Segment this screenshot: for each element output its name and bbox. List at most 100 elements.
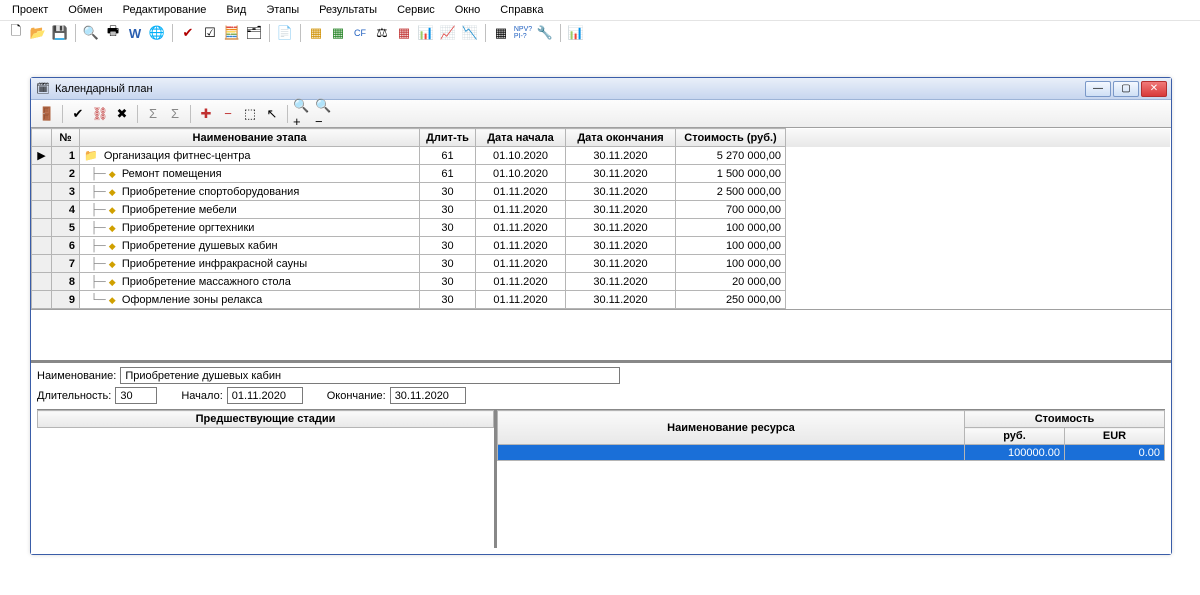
cell-name[interactable]: ├─ ◆ Приобретение мебели [80, 201, 420, 219]
table-row[interactable]: 5 ├─ ◆ Приобретение оргтехники3001.11.20… [32, 219, 1171, 237]
cell-end[interactable]: 30.11.2020 [566, 237, 676, 255]
close-button[interactable]: ✕ [1141, 81, 1167, 97]
sum2-icon[interactable]: Σ [165, 105, 185, 123]
cell-cost[interactable]: 1 500 000,00 [676, 165, 786, 183]
cell-start[interactable]: 01.10.2020 [476, 165, 566, 183]
select-icon[interactable]: ⬚ [240, 105, 260, 123]
word-icon[interactable]: W [125, 24, 145, 42]
cell-duration[interactable]: 30 [420, 291, 476, 309]
list-icon[interactable]: ☑ [200, 24, 220, 42]
header-end[interactable]: Дата окончания [566, 129, 676, 147]
chart2-icon[interactable]: 📈 [438, 24, 458, 42]
cell-cost[interactable]: 2 500 000,00 [676, 183, 786, 201]
cell-cost[interactable]: 100 000,00 [676, 255, 786, 273]
table-row[interactable]: 7 ├─ ◆ Приобретение инфракрасной сауны30… [32, 255, 1171, 273]
table-row[interactable]: 3 ├─ ◆ Приобретение спортоборудования300… [32, 183, 1171, 201]
remove-icon[interactable]: − [218, 105, 238, 123]
save-icon[interactable]: 💾 [50, 24, 70, 42]
cell-duration[interactable]: 30 [420, 237, 476, 255]
doc-icon[interactable]: 📄 [275, 24, 295, 42]
cell-resource-name[interactable] [498, 445, 965, 461]
minimize-button[interactable]: — [1085, 81, 1111, 97]
cell-duration[interactable]: 30 [420, 273, 476, 291]
cell-start[interactable]: 01.11.2020 [476, 219, 566, 237]
titlebar[interactable]: 🗓 Календарный план — ▢ ✕ [31, 78, 1171, 100]
exit-icon[interactable]: 🚪 [37, 105, 57, 123]
header-no[interactable]: № [52, 129, 80, 147]
globe-icon[interactable]: 🌐 [147, 24, 167, 42]
header-prev-stages[interactable]: Предшествующие стадии [38, 411, 494, 428]
tool-icon[interactable]: 🔧 [535, 24, 555, 42]
header-marker[interactable] [32, 129, 52, 147]
menu-results[interactable]: Результаты [309, 2, 387, 18]
calc-icon[interactable]: 🧮 [222, 24, 242, 42]
table-row[interactable]: 9 └─ ◆ Оформление зоны релакса3001.11.20… [32, 291, 1171, 309]
chart4-icon[interactable]: 📊 [566, 24, 586, 42]
cell-name[interactable]: ├─ ◆ Приобретение массажного стола [80, 273, 420, 291]
delete-icon[interactable]: ✖ [112, 105, 132, 123]
cell-duration[interactable]: 30 [420, 219, 476, 237]
table4-icon[interactable]: ▦ [491, 24, 511, 42]
cell-duration[interactable]: 30 [420, 255, 476, 273]
pointer-icon[interactable]: ↖ [262, 105, 282, 123]
menu-stages[interactable]: Этапы [256, 2, 309, 18]
cell-cost[interactable]: 100 000,00 [676, 237, 786, 255]
cell-end[interactable]: 30.11.2020 [566, 219, 676, 237]
cell-start[interactable]: 01.11.2020 [476, 255, 566, 273]
cell-name[interactable]: ├─ ◆ Приобретение оргтехники [80, 219, 420, 237]
balance-icon[interactable]: ⚖ [372, 24, 392, 42]
cell-start[interactable]: 01.11.2020 [476, 291, 566, 309]
cf-icon[interactable]: CF [350, 24, 370, 42]
table-row[interactable]: 4 ├─ ◆ Приобретение мебели3001.11.202030… [32, 201, 1171, 219]
cell-start[interactable]: 01.11.2020 [476, 201, 566, 219]
cell-end[interactable]: 30.11.2020 [566, 165, 676, 183]
print-icon[interactable]: 🖶 [103, 24, 123, 42]
cell-cost[interactable]: 700 000,00 [676, 201, 786, 219]
add-icon[interactable]: ✚ [196, 105, 216, 123]
cell-end[interactable]: 30.11.2020 [566, 201, 676, 219]
maximize-button[interactable]: ▢ [1113, 81, 1139, 97]
table-row[interactable]: 8 ├─ ◆ Приобретение массажного стола3001… [32, 273, 1171, 291]
header-duration[interactable]: Длит-ть [420, 129, 476, 147]
cell-duration[interactable]: 30 [420, 183, 476, 201]
open-icon[interactable]: 📂 [28, 24, 48, 42]
cell-name[interactable]: ├─ ◆ Приобретение душевых кабин [80, 237, 420, 255]
menu-view[interactable]: Вид [216, 2, 256, 18]
link-icon[interactable]: ⛓ [90, 105, 110, 123]
cell-start[interactable]: 01.10.2020 [476, 147, 566, 165]
npv-icon[interactable]: NPV?PI-? [513, 24, 533, 42]
header-eur[interactable]: EUR [1064, 428, 1164, 445]
field-start[interactable] [227, 387, 303, 404]
cell-name[interactable]: 📁 Организация фитнес-центра [80, 147, 420, 165]
field-name[interactable] [120, 367, 620, 384]
header-cost[interactable]: Стоимость (руб.) [676, 129, 786, 147]
menu-help[interactable]: Справка [490, 2, 553, 18]
apply-icon[interactable]: ✔ [68, 105, 88, 123]
zoom-out-icon[interactable]: 🔍− [315, 105, 335, 123]
chart3-icon[interactable]: 📉 [460, 24, 480, 42]
cell-end[interactable]: 30.11.2020 [566, 291, 676, 309]
chart1-icon[interactable]: 📊 [416, 24, 436, 42]
table-row[interactable]: 6 ├─ ◆ Приобретение душевых кабин3001.11… [32, 237, 1171, 255]
check-icon[interactable]: ✔ [178, 24, 198, 42]
cell-end[interactable]: 30.11.2020 [566, 273, 676, 291]
cell-start[interactable]: 01.11.2020 [476, 237, 566, 255]
cell-name[interactable]: ├─ ◆ Приобретение спортоборудования [80, 183, 420, 201]
table1-icon[interactable]: ▦ [306, 24, 326, 42]
cell-duration[interactable]: 61 [420, 147, 476, 165]
cell-cost-eur[interactable]: 0.00 [1064, 445, 1164, 461]
header-name[interactable]: Наименование этапа [80, 129, 420, 147]
header-rub[interactable]: руб. [964, 428, 1064, 445]
menu-exchange[interactable]: Обмен [58, 2, 112, 18]
cell-cost[interactable]: 250 000,00 [676, 291, 786, 309]
cell-name[interactable]: └─ ◆ Оформление зоны релакса [80, 291, 420, 309]
table-row[interactable]: ▶1📁 Организация фитнес-центра6101.10.202… [32, 147, 1171, 165]
cards-icon[interactable]: 🗂 [244, 24, 264, 42]
cell-start[interactable]: 01.11.2020 [476, 183, 566, 201]
menu-edit[interactable]: Редактирование [113, 2, 217, 18]
cell-cost[interactable]: 20 000,00 [676, 273, 786, 291]
header-start[interactable]: Дата начала [476, 129, 566, 147]
field-end[interactable] [390, 387, 466, 404]
preview-icon[interactable]: 🔍 [81, 24, 101, 42]
cell-duration[interactable]: 61 [420, 165, 476, 183]
